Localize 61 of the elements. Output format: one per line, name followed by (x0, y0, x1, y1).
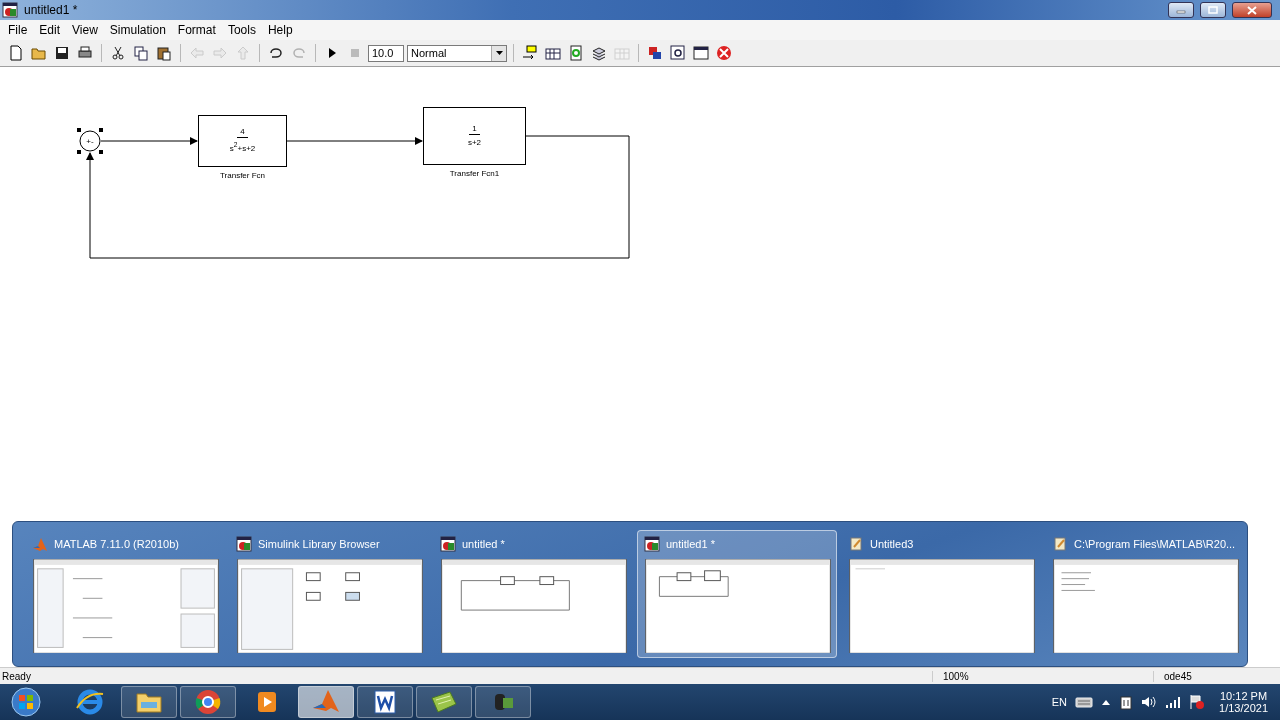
denominator: s+2 (467, 136, 482, 149)
sum-block: +- (76, 127, 104, 155)
power-plug-icon[interactable] (1119, 694, 1134, 710)
clock-time[interactable]: 10:12 PM (1220, 690, 1268, 702)
stop-time-field[interactable]: 10.0 (368, 44, 404, 62)
model-window-icon (236, 535, 252, 552)
block-label: Transfer Fcn (220, 171, 265, 180)
word-icon[interactable] (357, 686, 413, 718)
language-indicator[interactable]: EN (1051, 696, 1068, 708)
block-label: Transfer Fcn1 (449, 169, 500, 178)
window-preview-title: Untitled3 (870, 537, 914, 550)
chrome-icon[interactable] (180, 686, 236, 718)
window-preview-title: MATLAB 7.11.0 (R2010b) (54, 537, 179, 550)
signal-bars-icon[interactable] (1165, 695, 1182, 709)
window-preview-title: untitled * (462, 537, 505, 550)
minimize-button[interactable] (1168, 2, 1194, 18)
model-window-icon (644, 535, 660, 552)
keyboard-icon[interactable] (1075, 695, 1094, 709)
menu-item[interactable]: Format (171, 23, 222, 37)
window-preview-title: Simulink Library Browser (258, 537, 380, 550)
window-preview[interactable]: Simulink Library Browser (229, 530, 429, 658)
notepad-icon (848, 535, 864, 552)
copy-icon[interactable] (131, 43, 151, 63)
caret-icon[interactable] (495, 51, 503, 55)
numerator: 4 (237, 127, 248, 139)
notepad-icon (1052, 535, 1068, 552)
window-preview[interactable]: Untitled3 (841, 530, 1041, 658)
clock-date[interactable]: 1/13/2021 (1219, 702, 1268, 714)
close-button[interactable] (1232, 2, 1272, 18)
flag-icon[interactable] (1189, 694, 1206, 710)
magnifier-icon[interactable] (668, 43, 688, 63)
stop-sign-icon[interactable] (714, 43, 734, 63)
window-preview[interactable]: C:\Program Files\MATLAB\R20... (1045, 530, 1245, 658)
volume-icon[interactable] (1141, 695, 1158, 709)
window-title: untitled1 * (24, 3, 79, 17)
window-preview[interactable]: MATLAB 7.11.0 (R2010b) (25, 530, 225, 658)
menu-item[interactable]: Tools (221, 23, 262, 37)
maximize-button[interactable] (1200, 2, 1226, 18)
menu-item[interactable]: File (2, 23, 34, 37)
window-preview[interactable]: untitled * (433, 530, 633, 658)
window-preview-title: untitled1 * (666, 537, 715, 550)
menu-item[interactable]: Edit (33, 23, 67, 37)
model-window-icon (440, 535, 456, 552)
window-preview-title: C:\Program Files\MATLAB\R20... (1074, 537, 1236, 550)
numerator: 1 (469, 123, 480, 135)
caret-icon[interactable] (1101, 698, 1112, 706)
menu-item[interactable]: Help (261, 23, 299, 37)
folder-icon[interactable] (121, 686, 177, 718)
status-text: 100% (932, 670, 1153, 682)
close-icon[interactable] (1247, 5, 1257, 15)
card-icon[interactable] (416, 686, 472, 718)
menu-item[interactable]: Simulation (103, 23, 172, 37)
status-text: ode45 (1153, 670, 1192, 682)
transfer-function-block[interactable]: 1 s+2 (423, 107, 526, 165)
status-text: Ready (1, 670, 32, 682)
simulation-mode-dropdown[interactable]: Normal (407, 44, 507, 62)
window-icon[interactable] (691, 43, 711, 63)
menu-item[interactable]: View (66, 23, 104, 37)
app-icon (2, 2, 18, 18)
denominator: s$^{2}$+s+2 (229, 140, 256, 155)
transfer-function-block[interactable]: 4 s$^{2}$+s+2 (198, 115, 287, 167)
